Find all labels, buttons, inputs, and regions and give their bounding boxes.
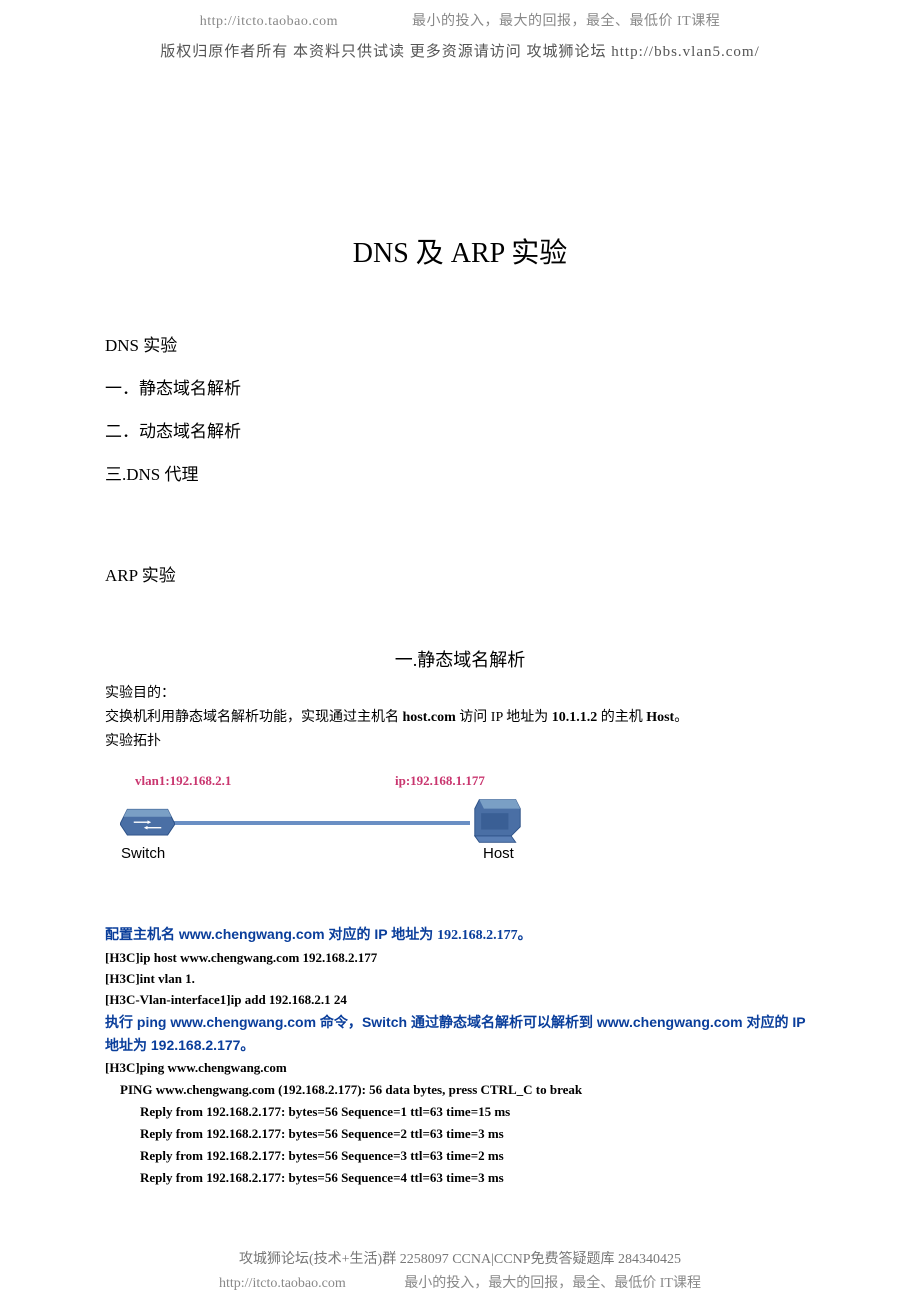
purpose-text-4: 。 (674, 710, 688, 725)
footer-url: http://itcto.taobao.com (219, 1276, 346, 1292)
experiment-purpose: 实验目的： 交换机利用静态域名解析功能，实现通过主机名 host.com 访问 … (105, 682, 815, 753)
section-1-heading: 一.静态域名解析 (105, 646, 815, 672)
command-2: [H3C]int vlan 1. (105, 969, 815, 990)
purpose-text-1: 交换机利用静态域名解析功能，实现通过主机名 (105, 710, 403, 725)
document-page: http://itcto.taobao.com 最小的投入，最大的回报，最全、最… (0, 0, 920, 1302)
ping-reply-4: Reply from 192.168.2.177: bytes=56 Seque… (120, 1167, 815, 1189)
toc-item-1: 一．静态域名解析 (105, 374, 815, 399)
topology-label: 实验拓扑 (105, 734, 161, 749)
ping-reply-2: Reply from 192.168.2.177: bytes=56 Seque… (120, 1123, 815, 1145)
toc-item-3: 三.DNS 代理 (105, 460, 815, 485)
config-desc-1: 配置主机名 www.chengwang.com 对应的 IP 地址为 192.1… (105, 923, 815, 948)
header-url: http://itcto.taobao.com (200, 14, 338, 30)
diagram-link-line (170, 821, 470, 825)
footer-line-1: 攻城狮论坛(技术+生活)群 2258097 CCNA|CCNP免费答疑题库 28… (0, 1248, 920, 1268)
ping-output: PING www.chengwang.com (192.168.2.177): … (105, 1079, 815, 1189)
command-3: [H3C-Vlan-interface1]ip add 192.168.2.1 … (105, 990, 815, 1011)
page-header: http://itcto.taobao.com 最小的投入，最大的回报，最全、最… (105, 0, 815, 30)
purpose-hostname: Host (646, 710, 674, 725)
diagram-ip-label: ip:192.168.1.177 (395, 773, 485, 789)
diagram-switch-label: Switch (121, 845, 165, 862)
footer-slogan: 最小的投入，最大的回报，最全、最低价 IT课程 (404, 1276, 701, 1291)
toc-dns-heading: DNS 实验 (105, 331, 815, 356)
diagram-vlan-label: vlan1:192.168.2.1 (135, 773, 231, 789)
topology-diagram: vlan1:192.168.2.1 ip:192.168.1.177 Switc… (105, 773, 815, 883)
command-4: [H3C]ping www.chengwang.com (105, 1058, 815, 1079)
header-rights: 版权归原作者所有 本资料只供试读 更多资源请访问 攻城狮论坛 http://bb… (105, 40, 815, 61)
diagram-host-label: Host (483, 845, 514, 862)
host-icon (470, 795, 525, 845)
config-desc-2: 执行 ping www.chengwang.com 命令，Switch 通过静态… (105, 1011, 815, 1059)
toc-arp-heading: ARP 实验 (105, 561, 815, 586)
ping-reply-3: Reply from 192.168.2.177: bytes=56 Seque… (120, 1145, 815, 1167)
command-1: [H3C]ip host www.chengwang.com 192.168.2… (105, 948, 815, 969)
purpose-text-3: 的主机 (597, 710, 646, 725)
ping-header: PING www.chengwang.com (192.168.2.177): … (120, 1079, 815, 1101)
header-slogan: 最小的投入，最大的回报，最全、最低价 IT课程 (412, 14, 720, 29)
document-title: DNS 及 ARP 实验 (105, 231, 815, 271)
switch-icon (120, 798, 175, 840)
purpose-host: host.com (403, 710, 456, 725)
toc-item-2: 二．动态域名解析 (105, 417, 815, 442)
purpose-text-2: 访问 IP 地址为 (456, 710, 552, 725)
page-footer: 攻城狮论坛(技术+生活)群 2258097 CCNA|CCNP免费答疑题库 28… (0, 1248, 920, 1292)
ping-reply-1: Reply from 192.168.2.177: bytes=56 Seque… (120, 1101, 815, 1123)
purpose-label: 实验目的： (105, 686, 175, 701)
purpose-ip: 10.1.1.2 (552, 710, 598, 725)
